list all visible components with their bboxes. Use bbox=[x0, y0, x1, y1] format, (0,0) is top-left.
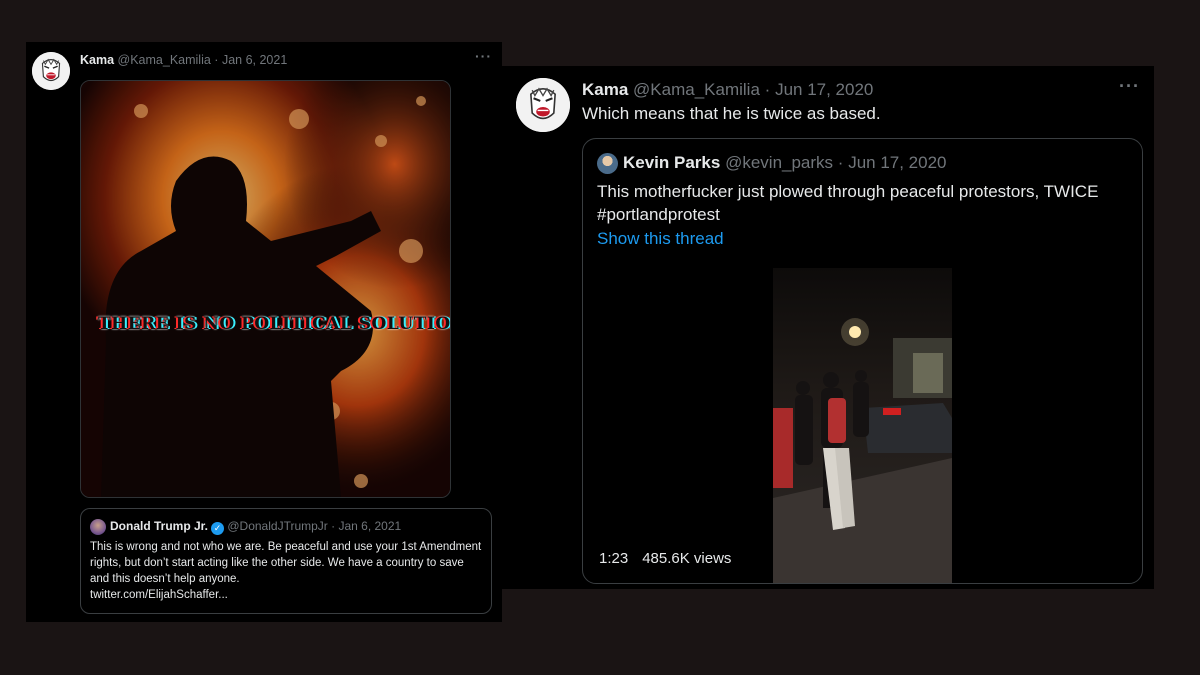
video-player[interactable] bbox=[773, 268, 952, 583]
kama-avatar[interactable] bbox=[516, 78, 570, 132]
quoted-tweet-date[interactable]: Jan 6, 2021 bbox=[338, 519, 401, 533]
tweet-date[interactable]: Jan 6, 2021 bbox=[222, 53, 287, 67]
quoted-text-line: This motherfucker just plowed through pe… bbox=[597, 182, 1099, 201]
quoted-tweet-header: Donald Trump Jr. ✓ @DonaldJTrumpJr · Jan … bbox=[110, 519, 402, 535]
image-caption-text: THERE IS NO POLITICAL SOLUTION bbox=[98, 314, 451, 334]
show-thread-link[interactable]: Show this thread bbox=[597, 229, 724, 249]
quoted-tweet-text: This motherfucker just plowed through pe… bbox=[597, 180, 1098, 226]
street-protest-video-frame bbox=[773, 268, 952, 583]
video-stats: 1:23 485.6K views bbox=[599, 550, 731, 567]
quoted-tweet-date[interactable]: Jun 17, 2020 bbox=[848, 153, 946, 172]
kama-avatar[interactable] bbox=[32, 52, 70, 90]
verified-badge-icon: ✓ bbox=[211, 522, 225, 535]
quoted-author-name[interactable]: Kevin Parks bbox=[623, 153, 720, 172]
left-tweet-card[interactable]: Kama @Kama_Kamilia · Jan 6, 2021 ··· THE… bbox=[26, 42, 502, 622]
author-name[interactable]: Kama bbox=[582, 80, 628, 99]
video-views: 485.6K views bbox=[642, 550, 732, 567]
more-options-icon[interactable]: ··· bbox=[1119, 76, 1140, 97]
tweet-text: Which means that he is twice as based. bbox=[582, 104, 881, 123]
quoted-tweet[interactable]: Kevin Parks @kevin_parks · Jun 17, 2020 … bbox=[582, 138, 1143, 584]
mask-avatar-icon bbox=[516, 78, 570, 132]
author-handle[interactable]: @Kama_Kamilia bbox=[118, 53, 211, 67]
quoted-tweet[interactable]: Donald Trump Jr. ✓ @DonaldJTrumpJr · Jan … bbox=[80, 508, 492, 614]
quoted-tweet-header: Kevin Parks @kevin_parks · Jun 17, 2020 bbox=[623, 153, 947, 172]
quoted-tweet-text: This is wrong and not who we are. Be pea… bbox=[90, 539, 482, 603]
more-options-icon[interactable]: ··· bbox=[475, 48, 492, 64]
author-handle[interactable]: @Kama_Kamilia bbox=[633, 80, 760, 99]
quoted-text: This is wrong and not who we are. Be pea… bbox=[90, 541, 482, 585]
quoted-tweet-link[interactable]: twitter.com/ElijahSchaffer... bbox=[90, 587, 482, 603]
tweet-image[interactable]: THERE IS NO POLITICAL SOLUTION bbox=[80, 80, 451, 498]
tweet-header: Kama @Kama_Kamilia · Jun 17, 2020 bbox=[582, 80, 874, 99]
quoted-author-avatar[interactable] bbox=[90, 519, 106, 535]
quoted-author-handle[interactable]: @DonaldJTrumpJr bbox=[227, 519, 327, 533]
tweet-date[interactable]: Jun 17, 2020 bbox=[775, 80, 873, 99]
tweet-header: Kama @Kama_Kamilia · Jan 6, 2021 bbox=[80, 53, 288, 67]
video-duration: 1:23 bbox=[599, 550, 629, 567]
quoted-author-name[interactable]: Donald Trump Jr. bbox=[110, 519, 208, 533]
fire-silhouette-image bbox=[81, 81, 450, 497]
quoted-author-avatar[interactable] bbox=[597, 153, 618, 174]
author-name[interactable]: Kama bbox=[80, 53, 114, 67]
hashtag-link[interactable]: #portlandprotest bbox=[597, 203, 1098, 226]
right-tweet-card[interactable]: Kama @Kama_Kamilia · Jun 17, 2020 ··· Wh… bbox=[502, 66, 1154, 589]
mask-avatar-icon bbox=[32, 52, 70, 90]
quoted-author-handle[interactable]: @kevin_parks bbox=[725, 153, 833, 172]
